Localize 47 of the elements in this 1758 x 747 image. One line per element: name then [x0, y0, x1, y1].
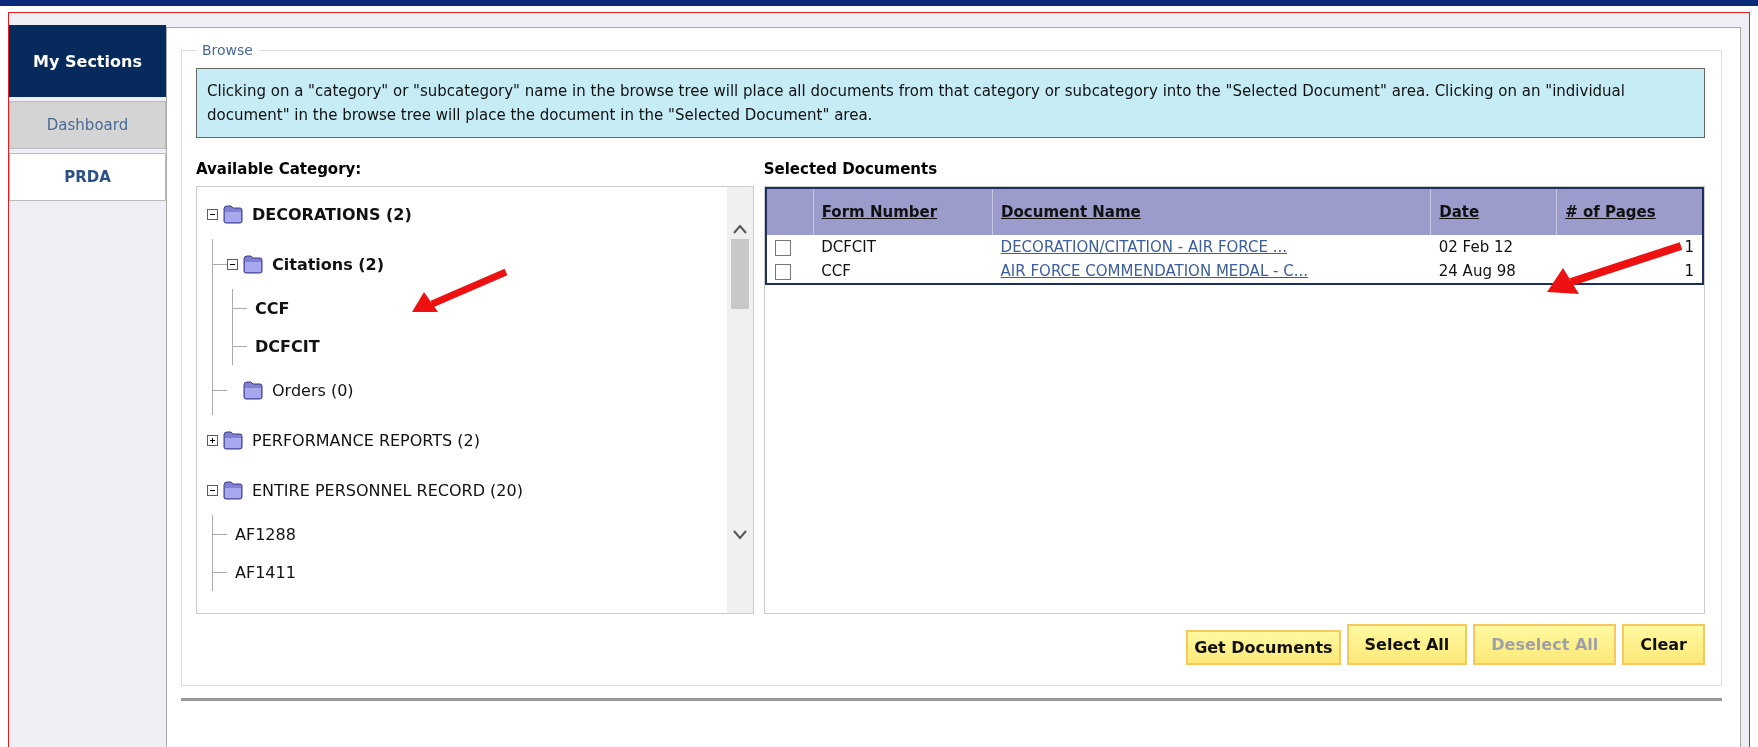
section-legend: Browse	[196, 42, 259, 58]
tree-item[interactable]: CCF	[255, 298, 290, 318]
document-link[interactable]: AIR FORCE COMMENDATION MEDAL - C...	[1000, 262, 1308, 280]
tree-item[interactable]: AF1288	[235, 524, 296, 544]
panel-title: Available Category:	[196, 159, 363, 180]
sidebar-item[interactable]: PRDA	[9, 153, 166, 201]
table-cell: 1	[1556, 259, 1703, 284]
folder-icon	[242, 254, 264, 274]
expand-icon[interactable]	[207, 434, 218, 446]
panel-title: Selected Documents	[763, 159, 939, 180]
scroll-thumb[interactable]	[730, 239, 749, 309]
table-cell: 1	[1556, 235, 1703, 259]
action-button[interactable]: Select All	[1346, 624, 1468, 665]
row-checkbox[interactable]	[774, 239, 791, 256]
scroll-down-icon[interactable]	[731, 529, 748, 541]
table-cell: 24 Aug 98	[1430, 259, 1557, 284]
folder-icon	[242, 380, 264, 400]
folder-icon	[222, 480, 244, 500]
scrollbar[interactable]	[726, 187, 753, 613]
info-banner: Clicking on a "category" or "subcategory" name in the browse tree will place all documents from that category or subcategory into the "Selected Document" area. Clicking on an "individual document" in the browse tree will place the document in the "Selected Document" area.	[196, 68, 1705, 138]
scroll-up-icon[interactable]	[731, 223, 748, 235]
action-button[interactable]: Get Documents	[1186, 630, 1341, 665]
table-cell: 02 Feb 12	[1430, 235, 1557, 259]
action-button[interactable]: Clear	[1622, 624, 1705, 665]
tree-item[interactable]: DECORATIONS (2)	[252, 204, 412, 224]
tree-item[interactable]: PERFORMANCE REPORTS (2)	[252, 430, 480, 450]
folder-icon	[222, 430, 244, 450]
tree-item[interactable]: Citations (2)	[272, 254, 385, 274]
tree-item[interactable]: AF1411	[235, 562, 296, 582]
folder-icon	[222, 204, 244, 224]
collapse-icon[interactable]	[227, 258, 238, 270]
collapse-icon[interactable]	[207, 484, 218, 496]
tree-item[interactable]: DCFCIT	[255, 336, 320, 356]
tree-item[interactable]: ENTIRE PERSONNEL RECORD (20)	[252, 480, 523, 500]
column-header[interactable]: Date	[1430, 188, 1557, 235]
sidebar-title: My Sections	[9, 25, 166, 97]
row-checkbox[interactable]	[774, 263, 791, 280]
table-header	[765, 188, 814, 235]
table-cell: CCF	[813, 259, 993, 284]
column-header[interactable]: Document Name	[992, 188, 1431, 235]
column-header[interactable]: # of Pages	[1556, 188, 1703, 235]
table-cell: DCFCIT	[813, 235, 993, 259]
column-header[interactable]: Form Number	[813, 188, 993, 235]
tree-item[interactable]: Orders (0)	[272, 380, 354, 400]
document-link[interactable]: DECORATION/CITATION - AIR FORCE ...	[1000, 238, 1288, 256]
sidebar-item[interactable]: Dashboard	[9, 101, 166, 149]
collapse-icon[interactable]	[207, 208, 218, 220]
